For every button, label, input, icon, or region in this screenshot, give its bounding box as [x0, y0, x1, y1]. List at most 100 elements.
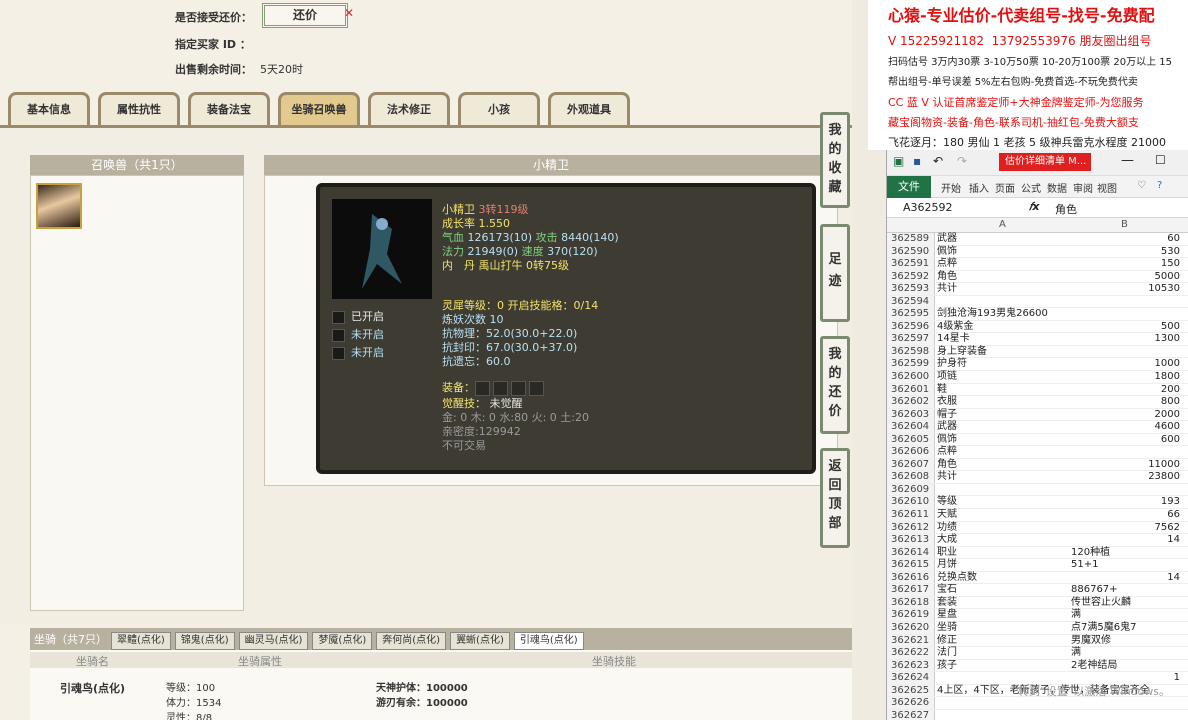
sheet-row[interactable]: 362606 点粹	[887, 446, 1188, 459]
row-number[interactable]: 362597	[887, 333, 935, 345]
minimize-icon[interactable]: —	[1121, 153, 1134, 168]
row-number[interactable]: 362626	[887, 697, 935, 709]
row-number[interactable]: 362601	[887, 383, 935, 396]
cell-b[interactable]: 10530	[1148, 283, 1180, 296]
cell-a[interactable]: 佩饰	[937, 434, 957, 447]
cell-b[interactable]: 传世容止火麟	[1071, 597, 1131, 610]
cell-a[interactable]: 月饼	[937, 559, 957, 572]
row-number[interactable]: 362595	[887, 308, 935, 320]
row-number[interactable]: 362620	[887, 621, 935, 634]
cell-b[interactable]: 193	[1161, 496, 1180, 509]
cell-b[interactable]: 500	[1161, 321, 1180, 334]
my-counter-offers-button[interactable]: 我的还价	[820, 336, 850, 434]
sheet-row[interactable]: 362605 佩饰 600	[887, 433, 1188, 447]
sheet-row[interactable]: 362594	[887, 295, 1188, 309]
cell-b[interactable]: 1000	[1155, 358, 1180, 371]
row-number[interactable]: 362593	[887, 283, 935, 295]
cell-b[interactable]: 530	[1161, 246, 1180, 259]
sheet-row[interactable]: 362589 武器 60	[887, 233, 1188, 246]
cell-a[interactable]: 14星卡	[937, 333, 970, 346]
cell-a[interactable]: 武器	[937, 421, 957, 434]
row-number[interactable]: 362619	[887, 609, 935, 621]
row-number[interactable]: 362624	[887, 672, 935, 684]
fx-icon[interactable]: 𝑓x	[1029, 200, 1040, 214]
row-number[interactable]: 362625	[887, 684, 935, 697]
footprint-button[interactable]: 足迹	[820, 224, 850, 322]
cell-a[interactable]: 武器	[937, 233, 957, 246]
cell-a[interactable]: 4级紫金	[937, 321, 973, 334]
cell-a[interactable]: 孩子	[937, 660, 957, 673]
row-number[interactable]: 362611	[887, 509, 935, 521]
formula-input[interactable]: 角色	[1055, 201, 1077, 217]
col-b-header[interactable]: B	[1121, 219, 1128, 230]
ribbon-tab[interactable]: 页面	[995, 180, 1015, 195]
sheet-row[interactable]: 362615 月饼 51+1	[887, 559, 1188, 572]
redo-icon[interactable]: ↷	[957, 154, 967, 168]
cell-a[interactable]: 等级	[937, 496, 957, 509]
cell-a[interactable]: 佩饰	[937, 246, 957, 259]
tab-appearance[interactable]: 外观道具	[548, 92, 630, 126]
sheet-row[interactable]: 362597 14星卡 1300	[887, 333, 1188, 346]
cell-b[interactable]: 满	[1071, 647, 1081, 660]
ribbon-tab[interactable]: 视图	[1097, 180, 1117, 195]
cell-b[interactable]: 51+1	[1071, 559, 1098, 572]
cell-a[interactable]: 兑换点数	[937, 572, 977, 585]
row-number[interactable]: 362604	[887, 421, 935, 433]
row-number[interactable]: 362609	[887, 483, 935, 496]
cell-a[interactable]: 职业	[937, 547, 957, 560]
sheet-row[interactable]: 362601 鞋 200	[887, 383, 1188, 397]
cell-b[interactable]: 7562	[1155, 522, 1180, 535]
row-number[interactable]: 362600	[887, 371, 935, 383]
row-number[interactable]: 362608	[887, 471, 935, 483]
sheet-row[interactable]: 362599 护身符 1000	[887, 358, 1188, 372]
row-number[interactable]: 362603	[887, 408, 935, 421]
sheet-row[interactable]: 362612 功绩 7562	[887, 521, 1188, 535]
sheet-row[interactable]: 362621 修正 男魔双修	[887, 634, 1188, 648]
row-number[interactable]: 362614	[887, 546, 935, 559]
sheet-row[interactable]: 362627	[887, 709, 1188, 720]
cell-b[interactable]: 200	[1161, 384, 1180, 397]
row-number[interactable]: 362615	[887, 559, 935, 571]
row-number[interactable]: 362613	[887, 534, 935, 546]
sheet-row[interactable]: 362607 角色 11000	[887, 458, 1188, 472]
sheet-row[interactable]: 362620 坐骑 点7满5魔6鬼7	[887, 621, 1188, 635]
ribbon-tab[interactable]: 审阅	[1073, 180, 1093, 195]
row-number[interactable]: 362627	[887, 709, 935, 720]
sheet-row[interactable]: 362592 角色 5000	[887, 270, 1188, 284]
help-icon[interactable]: ?	[1157, 180, 1162, 191]
row-number[interactable]: 362621	[887, 634, 935, 647]
row-number[interactable]: 362605	[887, 433, 935, 446]
equip-slot[interactable]	[475, 380, 490, 396]
cell-a[interactable]: 点粹	[937, 446, 957, 459]
cell-b[interactable]: 满	[1071, 609, 1081, 622]
cell-b[interactable]: 点7满5魔6鬼7	[1071, 622, 1136, 635]
cell-a[interactable]: 星盘	[937, 609, 957, 622]
tab-attributes[interactable]: 属性抗性	[98, 92, 180, 126]
cell-a[interactable]: 护身符	[937, 358, 967, 371]
maximize-icon[interactable]: ☐	[1155, 153, 1166, 167]
cell-a[interactable]: 法门	[937, 647, 957, 660]
mount-tab[interactable]: 翠鳢(点化)	[111, 632, 171, 650]
row-number[interactable]: 362616	[887, 571, 935, 584]
row-number[interactable]: 362596	[887, 320, 935, 333]
cell-a[interactable]: 修正	[937, 635, 957, 648]
sheet-row[interactable]: 362593 共计 10530	[887, 283, 1188, 296]
row-number[interactable]: 362606	[887, 446, 935, 458]
mount-tab[interactable]: 梦魇(点化)	[312, 632, 373, 650]
cell-b[interactable]: 11000	[1148, 459, 1180, 472]
cell-a[interactable]: 大成	[937, 534, 957, 547]
cell-a[interactable]: 剑独沧海193男鬼26600	[937, 308, 1048, 321]
cell-b[interactable]: 23800	[1148, 471, 1180, 484]
sheet-row[interactable]: 362596 4级紫金 500	[887, 320, 1188, 334]
cell-b[interactable]: 66	[1167, 509, 1180, 522]
cell-a[interactable]: 衣服	[937, 396, 957, 409]
mount-tab[interactable]: 锦鬼(点化)	[174, 632, 235, 650]
row-number[interactable]: 362622	[887, 647, 935, 659]
cell-a[interactable]: 身上穿装备	[937, 346, 987, 359]
cell-b[interactable]: 1800	[1155, 371, 1180, 384]
cell-a[interactable]: 角色	[937, 271, 957, 284]
sheet-row[interactable]: 362604 武器 4600	[887, 421, 1188, 434]
sheet-row[interactable]: 362626	[887, 697, 1188, 710]
cell-b[interactable]: 120种植	[1071, 547, 1110, 560]
sheet-row[interactable]: 362613 大成 14	[887, 534, 1188, 547]
